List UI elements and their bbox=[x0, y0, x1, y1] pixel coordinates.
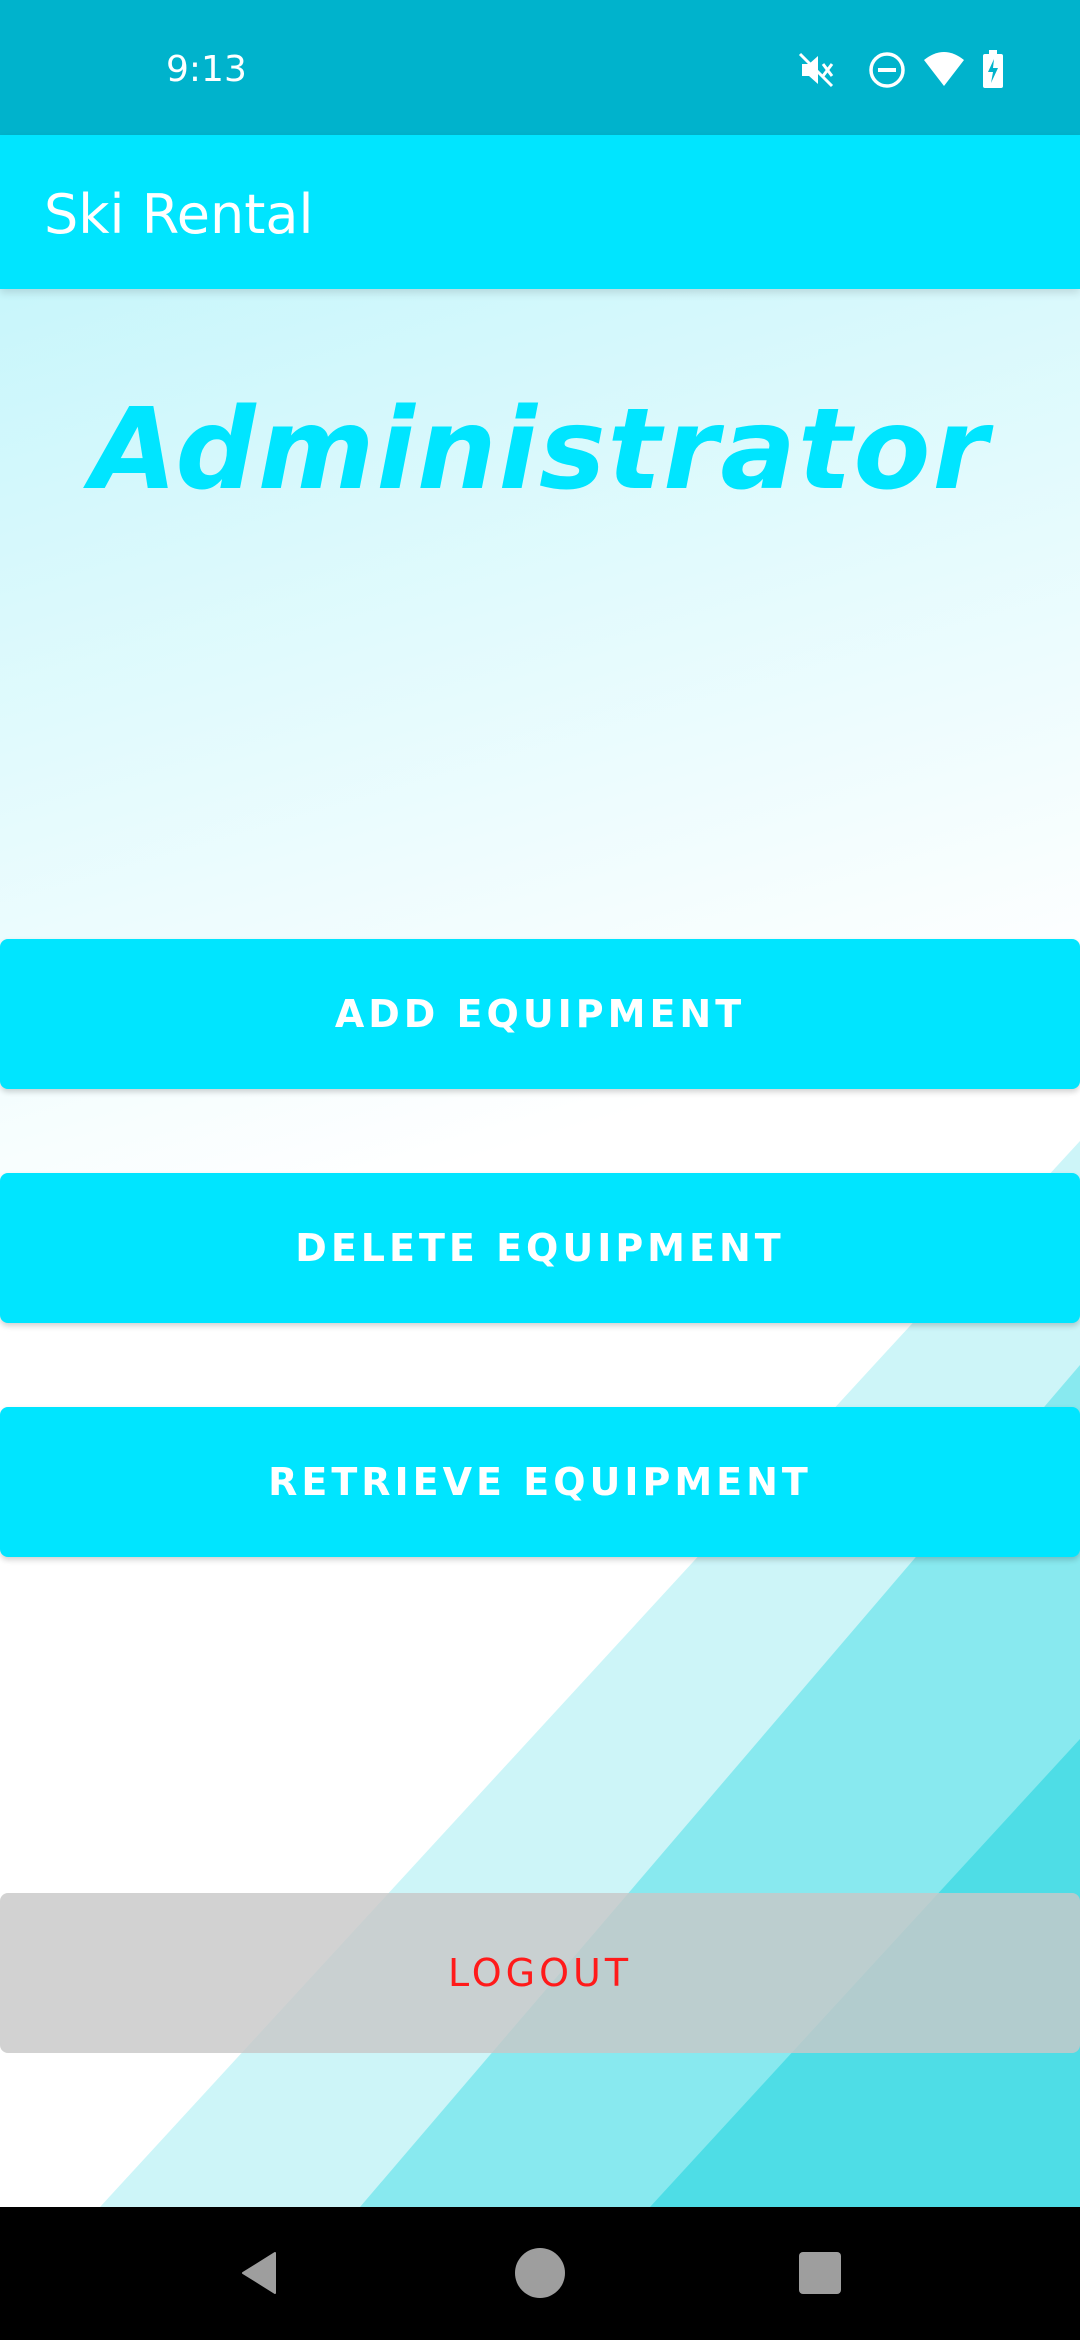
page-heading: Administrator bbox=[90, 385, 990, 515]
retrieve-equipment-label: RETRIEVE EQUIPMENT bbox=[268, 1460, 812, 1504]
wifi-icon bbox=[922, 50, 966, 90]
logout-button[interactable]: LOGOUT bbox=[0, 1893, 1080, 2053]
main-content: Administrator ADD EQUIPMENT DELETE EQUIP… bbox=[0, 289, 1080, 2207]
recents-icon[interactable] bbox=[780, 2233, 860, 2313]
delete-equipment-button[interactable]: DELETE EQUIPMENT bbox=[0, 1173, 1080, 1323]
status-bar: 9:13 bbox=[0, 0, 1080, 135]
battery-charging-icon bbox=[982, 50, 1004, 90]
back-icon[interactable] bbox=[220, 2233, 300, 2313]
add-equipment-label: ADD EQUIPMENT bbox=[334, 992, 746, 1036]
app-title: Ski Rental bbox=[44, 183, 314, 246]
add-equipment-button[interactable]: ADD EQUIPMENT bbox=[0, 939, 1080, 1089]
retrieve-equipment-button[interactable]: RETRIEVE EQUIPMENT bbox=[0, 1407, 1080, 1557]
mute-icon bbox=[796, 50, 836, 90]
delete-equipment-label: DELETE EQUIPMENT bbox=[295, 1226, 785, 1270]
navigation-bar bbox=[0, 2207, 1080, 2340]
home-icon[interactable] bbox=[500, 2233, 580, 2313]
status-time: 9:13 bbox=[166, 49, 247, 90]
app-bar: Ski Rental bbox=[0, 135, 1080, 289]
do-not-disturb-icon bbox=[867, 50, 907, 90]
logout-label: LOGOUT bbox=[447, 1951, 633, 1995]
